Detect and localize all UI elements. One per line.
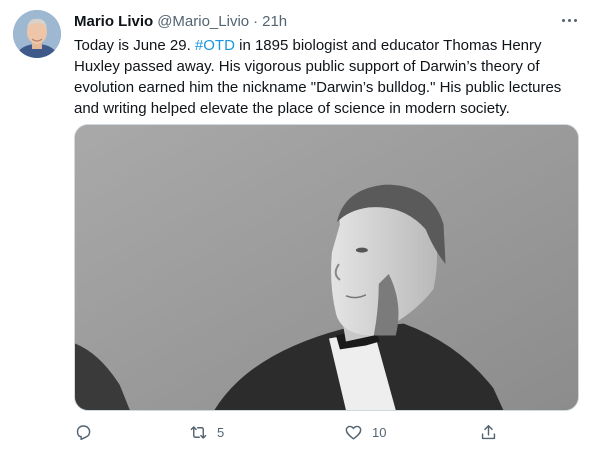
timestamp[interactable]: 21h: [262, 13, 287, 30]
like-count: 10: [372, 424, 387, 440]
retweet-count: 5: [217, 424, 225, 440]
reply-button[interactable]: [74, 420, 102, 444]
avatar[interactable]: [13, 10, 61, 58]
user-handle[interactable]: @Mario_Livio: [157, 13, 249, 30]
like-button[interactable]: 10: [344, 420, 386, 444]
more-horizontal-icon: [560, 18, 578, 22]
tweet-header: Mario Livio @Mario_Livio · 21h: [74, 11, 287, 31]
retweet-button[interactable]: 5: [189, 420, 224, 444]
heart-icon: [345, 425, 362, 440]
tweet[interactable]: Mario Livio @Mario_Livio · 21h Today is …: [0, 0, 595, 449]
tweet-text: Today is June 29. #OTD in 1895 biologist…: [74, 35, 579, 119]
tweet-text-part: Today is June 29.: [74, 37, 195, 54]
reply-icon: [76, 424, 91, 440]
share-button[interactable]: [479, 420, 498, 444]
tweet-photo[interactable]: [74, 124, 579, 411]
action-bar: 5 10: [74, 420, 504, 444]
share-icon: [481, 424, 496, 439]
display-name[interactable]: Mario Livio: [74, 13, 153, 30]
hashtag-link[interactable]: #OTD: [195, 37, 235, 54]
retweet-icon: [190, 425, 207, 439]
separator-dot: ·: [253, 12, 259, 30]
more-options-button[interactable]: [556, 9, 582, 31]
